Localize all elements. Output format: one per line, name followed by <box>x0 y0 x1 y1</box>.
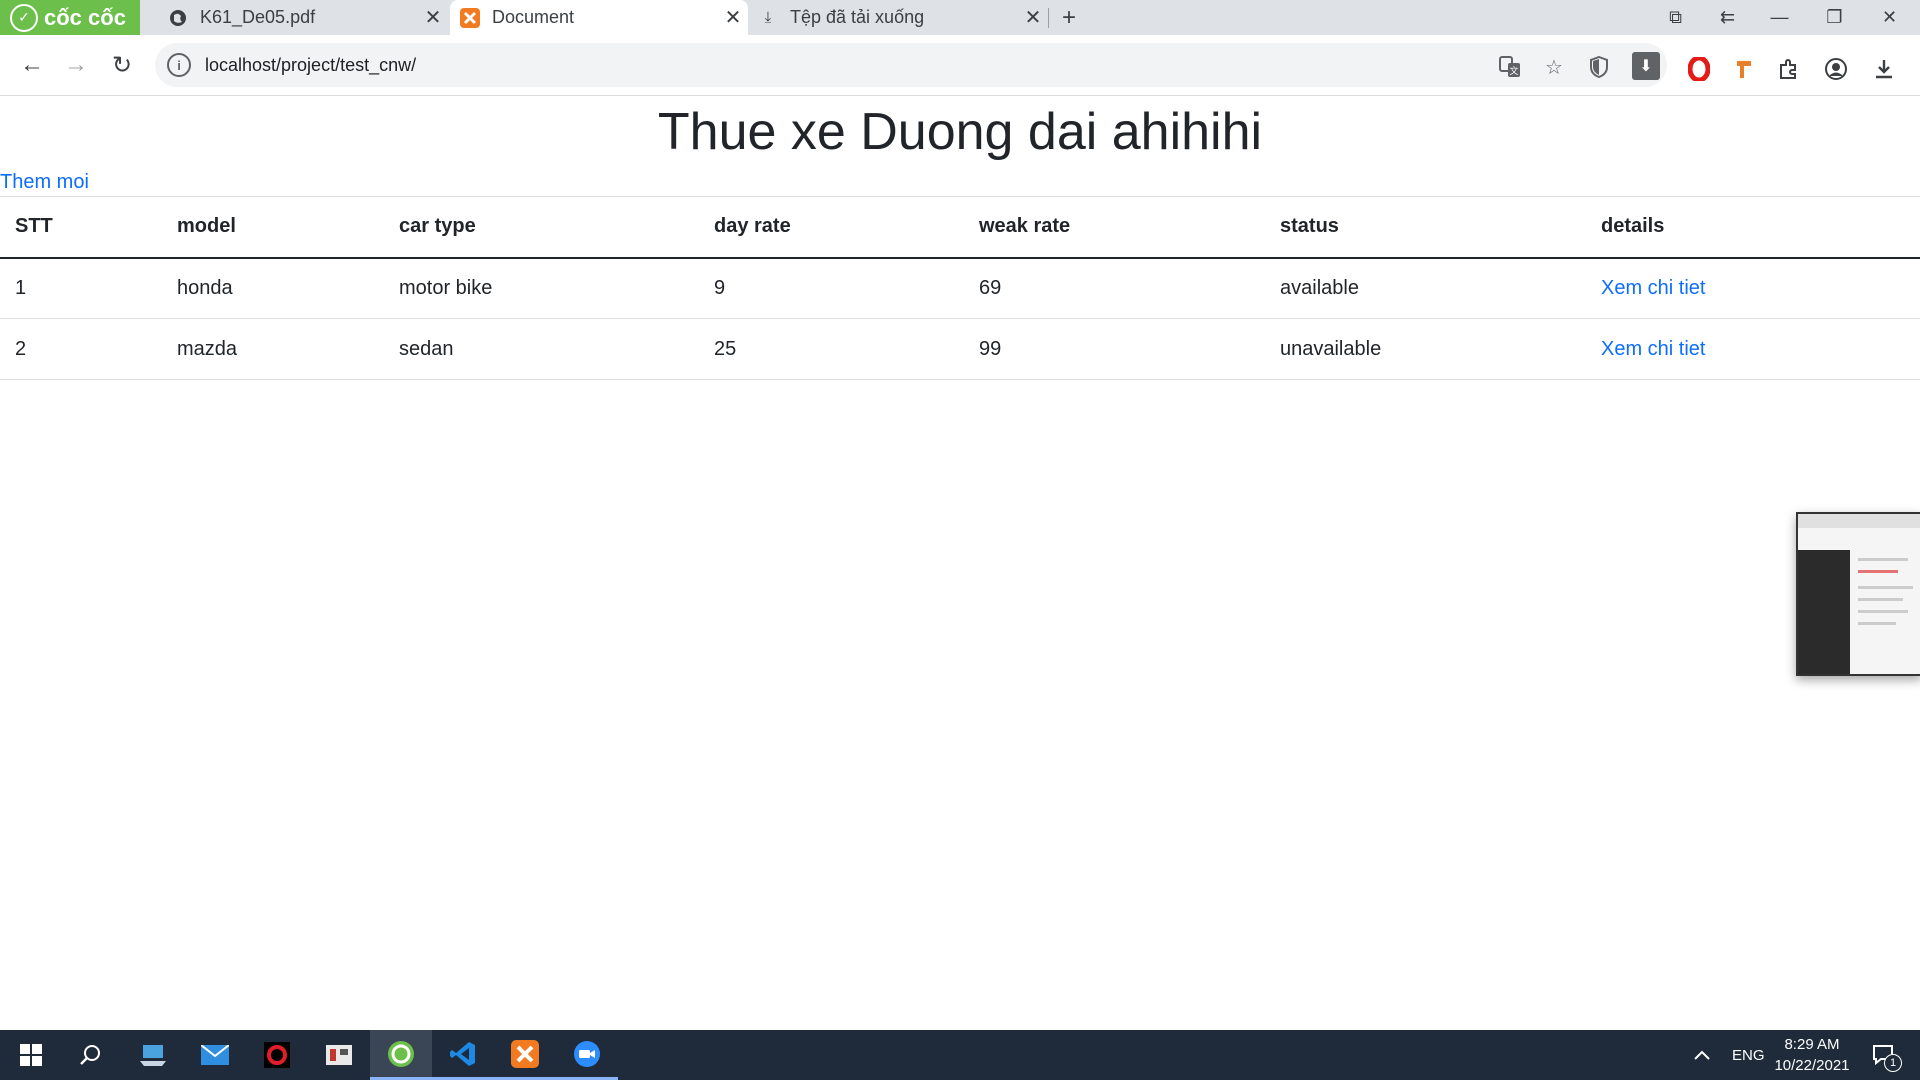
thumbnail-titlebar <box>1798 514 1920 528</box>
vscode-icon[interactable] <box>432 1030 494 1080</box>
car-table: STT model car type day rate weak rate st… <box>0 196 1920 380</box>
cell-details: Xem chi tiet <box>1586 257 1920 319</box>
add-new-link[interactable]: Them moi <box>0 169 89 195</box>
cell-status: available <box>1265 257 1586 319</box>
thumbnail-line <box>1858 610 1908 613</box>
notification-count-badge: 1 <box>1884 1054 1902 1072</box>
column-header-stt: STT <box>0 196 162 259</box>
action-center-button[interactable]: 1 <box>1866 1030 1902 1080</box>
coccoc-taskbar-icon[interactable] <box>370 1030 432 1080</box>
reload-button[interactable]: ↻ <box>104 47 140 83</box>
tab-separator <box>1048 8 1049 28</box>
cell-status: unavailable <box>1265 318 1586 380</box>
cell-weak-rate: 99 <box>964 318 1265 380</box>
opera-extension-icon[interactable] <box>1685 55 1713 83</box>
close-icon[interactable]: ✕ <box>718 5 748 30</box>
tab-label: Tệp đã tải xuống <box>790 7 925 27</box>
extensions-puzzle-icon[interactable] <box>1775 55 1803 83</box>
xampp-taskbar-icon[interactable] <box>494 1030 556 1080</box>
table-header-row: STT model car type day rate weak rate st… <box>0 196 1920 259</box>
minimize-button[interactable]: — <box>1752 0 1807 35</box>
system-clock[interactable]: 8:29 AM 10/22/2021 <box>1752 1034 1872 1076</box>
save-video-icon[interactable]: ⬇ <box>1632 52 1660 80</box>
brand-label: cốc cốc <box>44 4 126 30</box>
back-button[interactable]: ← <box>14 47 50 83</box>
address-text: localhost/project/test_cnw/ <box>205 54 417 75</box>
tab-document[interactable]: Document ✕ <box>450 0 748 35</box>
cell-car-type: sedan <box>384 318 699 380</box>
zoom-icon[interactable] <box>556 1030 618 1080</box>
downloads-icon[interactable] <box>1870 55 1898 83</box>
browser-toolbar: ← → ↻ i localhost/project/test_cnw/ 文 ☆ … <box>0 35 1920 96</box>
tab-downloads[interactable]: ⤓ Tệp đã tải xuống ✕ <box>750 0 1048 35</box>
svg-text:文: 文 <box>1509 65 1518 77</box>
cell-day-rate: 25 <box>699 318 964 380</box>
coccoc-logo-icon: ✓ <box>10 3 38 32</box>
column-header-car-type: car type <box>384 196 699 259</box>
column-header-model: model <box>162 196 384 259</box>
download-icon: ⤓ <box>764 9 772 26</box>
cell-model: mazda <box>162 318 384 380</box>
profile-avatar-icon[interactable] <box>1822 55 1850 83</box>
column-header-details: details <box>1586 196 1920 259</box>
close-icon[interactable]: ✕ <box>1018 5 1048 30</box>
site-info-icon[interactable]: i <box>167 53 191 77</box>
forward-button[interactable]: → <box>58 47 94 83</box>
bookmark-star-icon[interactable]: ☆ <box>1541 54 1567 80</box>
shield-icon[interactable] <box>1586 54 1612 80</box>
table-row: 2 mazda sedan 25 99 unavailable Xem chi … <box>0 318 1920 380</box>
show-hidden-icons-icon[interactable] <box>1694 1030 1710 1080</box>
close-window-button[interactable]: ✕ <box>1862 0 1917 35</box>
window-preview-thumbnail[interactable] <box>1796 512 1920 676</box>
globe-icon <box>168 8 188 28</box>
close-icon[interactable]: ✕ <box>418 5 448 30</box>
column-header-weak-rate: weak rate <box>964 196 1265 259</box>
cell-stt: 1 <box>0 257 162 319</box>
xampp-icon <box>460 7 480 28</box>
thumbnail-line <box>1858 622 1896 625</box>
app-icon[interactable] <box>308 1030 370 1080</box>
thumbnail-line <box>1858 586 1913 589</box>
column-header-day-rate: day rate <box>699 196 964 259</box>
cell-model: honda <box>162 257 384 319</box>
file-explorer-icon[interactable] <box>122 1030 184 1080</box>
tab-search-icon[interactable]: ⧉ <box>1648 0 1703 35</box>
garena-icon[interactable] <box>246 1030 308 1080</box>
back-arrows-icon[interactable]: ⇇ <box>1700 0 1755 35</box>
search-icon[interactable] <box>60 1030 122 1080</box>
thumbnail-sidebar <box>1798 550 1850 674</box>
tab-bar: ✓ cốc cốc K61_De05.pdf ✕ Document ✕ ⤓ Tệ… <box>0 0 1920 35</box>
clock-time: 8:29 AM <box>1784 1036 1840 1053</box>
hammer-extension-icon[interactable] <box>1731 55 1759 83</box>
start-button[interactable] <box>0 1030 62 1080</box>
address-bar[interactable]: i localhost/project/test_cnw/ <box>155 43 1667 87</box>
tab-pdf[interactable]: K61_De05.pdf ✕ <box>148 0 448 35</box>
table-row: 1 honda motor bike 9 69 available Xem ch… <box>0 257 1920 319</box>
thumbnail-line <box>1858 558 1908 561</box>
new-tab-button[interactable]: + <box>1052 0 1086 35</box>
translate-icon[interactable]: 文 <box>1497 54 1523 80</box>
tab-label: K61_De05.pdf <box>200 7 316 27</box>
cell-day-rate: 9 <box>699 257 964 319</box>
column-header-status: status <box>1265 196 1586 259</box>
view-details-link[interactable]: Xem chi tiet <box>1601 277 1705 299</box>
page-content: Thue xe Duong dai ahihihi Them moi STT m… <box>0 96 1920 1030</box>
windows-taskbar: ENG 8:29 AM 10/22/2021 1 <box>0 1030 1920 1080</box>
tab-label: Document <box>492 7 575 27</box>
mail-icon[interactable] <box>184 1030 246 1080</box>
coccoc-menu-button[interactable]: ✓ cốc cốc <box>0 0 140 35</box>
thumbnail-line <box>1858 598 1903 601</box>
cell-details: Xem chi tiet <box>1586 318 1920 380</box>
maximize-button[interactable]: ❐ <box>1807 0 1862 35</box>
cell-car-type: motor bike <box>384 257 699 319</box>
cell-stt: 2 <box>0 318 162 380</box>
view-details-link[interactable]: Xem chi tiet <box>1601 338 1705 360</box>
cell-weak-rate: 69 <box>964 257 1265 319</box>
page-title: Thue xe Duong dai ahihihi <box>657 103 1263 161</box>
clock-date: 10/22/2021 <box>1774 1057 1850 1074</box>
thumbnail-line <box>1858 570 1898 573</box>
